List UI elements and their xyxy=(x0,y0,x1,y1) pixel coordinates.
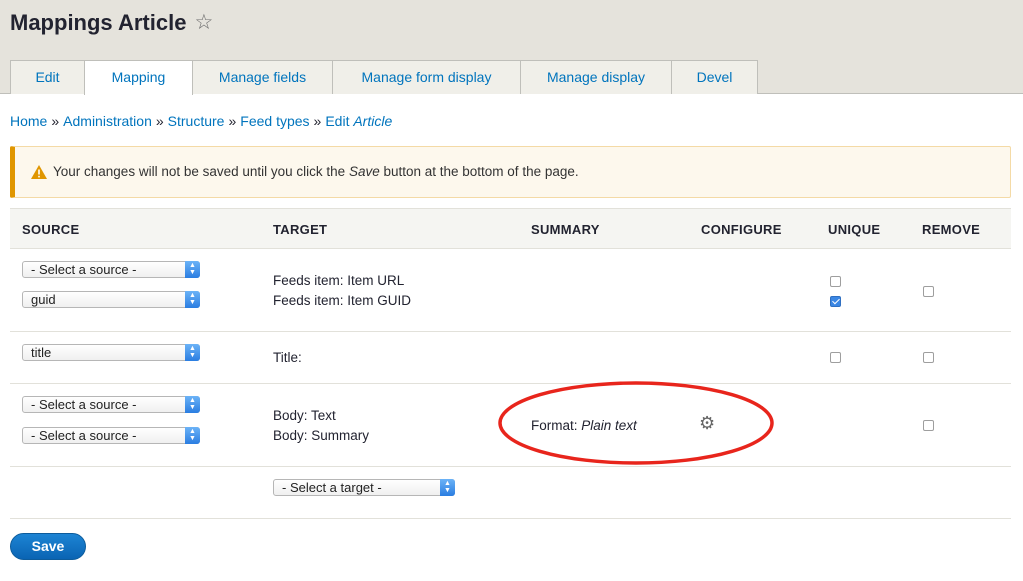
header-summary: SUMMARY xyxy=(531,222,600,237)
header-source: SOURCE xyxy=(22,222,80,237)
breadcrumb-edit-article[interactable]: Edit Article xyxy=(325,113,392,129)
gear-icon[interactable]: ⚙ xyxy=(699,414,715,432)
select-arrows-icon: ▲ ▼ xyxy=(185,344,200,361)
warning-text-after: button at the bottom of the page. xyxy=(379,164,579,179)
page-title: Mappings Article ☆ xyxy=(10,9,213,37)
tab-devel[interactable]: Devel xyxy=(671,60,758,94)
breadcrumb-separator: » xyxy=(51,113,60,129)
header-remove: REMOVE xyxy=(922,222,981,237)
summary-format-value: Plain text xyxy=(581,418,637,433)
tab-manage-display[interactable]: Manage display xyxy=(520,60,672,94)
breadcrumb-home[interactable]: Home xyxy=(10,113,47,129)
source-select-value: - Select a source - xyxy=(31,397,137,412)
tab-manage-fields[interactable]: Manage fields xyxy=(192,60,333,94)
warning-text-before: Your changes will not be saved until you… xyxy=(53,164,349,179)
header-unique: UNIQUE xyxy=(828,222,881,237)
target-select-value: - Select a target - xyxy=(282,480,382,495)
warning-icon xyxy=(31,165,47,179)
breadcrumb: Home» Administration» Structure» Feed types… xyxy=(10,112,392,130)
select-arrows-icon: ▲ ▼ xyxy=(185,396,200,413)
target-select[interactable]: - Select a target - ▲ ▼ xyxy=(273,479,455,496)
tab-edit[interactable]: Edit xyxy=(10,60,85,94)
target-label: Feeds item: Item URL xyxy=(273,273,405,288)
target-label: Title: xyxy=(273,350,302,365)
header-configure: CONFIGURE xyxy=(701,222,782,237)
remove-checkbox[interactable] xyxy=(923,420,934,431)
table-row: title ▲ ▼ Title: xyxy=(10,332,1011,384)
breadcrumb-structure[interactable]: Structure xyxy=(168,113,225,129)
warning-text-save: Save xyxy=(348,164,380,179)
tab-manage-form-display[interactable]: Manage form display xyxy=(332,60,521,94)
target-label: Body: Text xyxy=(273,408,336,423)
unique-checkbox[interactable] xyxy=(830,276,841,287)
table-row: - Select a target - ▲ ▼ xyxy=(10,467,1011,519)
breadcrumb-edit-label: Edit xyxy=(325,113,350,129)
select-arrows-icon: ▲ ▼ xyxy=(185,291,200,308)
source-select-value: - Select a source - xyxy=(31,428,137,443)
source-select-value: guid xyxy=(31,292,56,307)
page-title-text: Mappings Article xyxy=(10,10,187,35)
mappings-table: SOURCE TARGET SUMMARY CONFIGURE UNIQUE R… xyxy=(10,208,1011,519)
header-target: TARGET xyxy=(273,222,328,237)
source-select[interactable]: title ▲ ▼ xyxy=(22,344,200,361)
remove-checkbox[interactable] xyxy=(923,352,934,363)
tab-mapping[interactable]: Mapping xyxy=(84,60,193,95)
page-header: Mappings Article ☆ Edit Mapping Manage fi… xyxy=(0,0,1023,95)
breadcrumb-feed-types[interactable]: Feed types xyxy=(240,113,309,129)
breadcrumb-separator: » xyxy=(228,113,237,129)
summary-format: Format: Plain text xyxy=(531,417,637,434)
select-arrows-icon: ▲ ▼ xyxy=(185,261,200,278)
table-row: - Select a source - ▲ ▼ - Select a source … xyxy=(10,384,1011,467)
breadcrumb-separator: » xyxy=(313,113,322,129)
remove-checkbox[interactable] xyxy=(923,286,934,297)
unique-checkbox[interactable] xyxy=(830,352,841,363)
table-header: SOURCE TARGET SUMMARY CONFIGURE UNIQUE R… xyxy=(10,208,1011,249)
source-select-value: - Select a source - xyxy=(31,262,137,277)
breadcrumb-article-label: Article xyxy=(353,113,393,129)
source-select[interactable]: - Select a source - ▲ ▼ xyxy=(22,261,200,278)
select-arrows-icon: ▲ ▼ xyxy=(440,479,455,496)
star-icon[interactable]: ☆ xyxy=(194,9,213,37)
summary-format-label: Format: xyxy=(531,418,582,433)
table-row: - Select a source - ▲ ▼ guid ▲ ▼ Feeds item:… xyxy=(10,249,1011,332)
source-select[interactable]: guid ▲ ▼ xyxy=(22,291,200,308)
target-label: Feeds item: Item GUID xyxy=(273,293,412,308)
source-select[interactable]: - Select a source - ▲ ▼ xyxy=(22,427,200,444)
primary-tabs: Edit Mapping Manage fields Manage form d… xyxy=(10,60,758,95)
breadcrumb-separator: » xyxy=(155,113,164,129)
source-select-value: title xyxy=(31,345,52,360)
target-label: Body: Summary xyxy=(273,428,370,443)
breadcrumb-administration[interactable]: Administration xyxy=(63,113,152,129)
save-button[interactable]: Save xyxy=(10,533,86,560)
select-arrows-icon: ▲ ▼ xyxy=(185,427,200,444)
warning-message: Your changes will not be saved until you… xyxy=(10,146,1011,198)
unique-checkbox[interactable] xyxy=(830,296,841,307)
source-select[interactable]: - Select a source - ▲ ▼ xyxy=(22,396,200,413)
